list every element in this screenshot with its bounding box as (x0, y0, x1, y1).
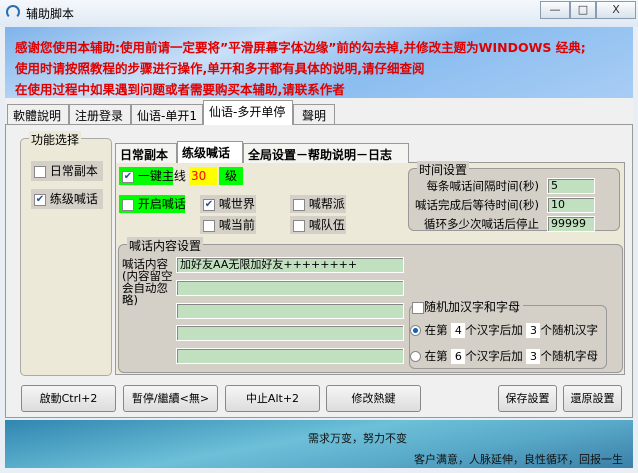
checkbox-icon (34, 165, 46, 178)
tab-register[interactable]: 注册登录 (69, 104, 131, 125)
restore-settings-button[interactable]: 還原設置 (563, 385, 622, 412)
function-group: 功能选择 日常副本 ✔ 练级喊话 (20, 131, 112, 376)
notice-line: 使用时请按照教程的步骤进行操作,单开和多开都有具体的说明,请仔细查阅 (15, 61, 425, 76)
daily-dungeon-checkbox[interactable]: 日常副本 (31, 161, 103, 181)
group-title: 时间设置 (417, 161, 470, 178)
tab-daily-dungeon[interactable]: 日常副本 (115, 143, 177, 163)
notice-line: 感谢您使用本辅助:使用前请一定要将”平滑屏幕字体边缘”前的勾去掉,并修改主题为W… (15, 40, 586, 55)
checkbox-label: 喊队伍 (308, 218, 345, 232)
radio-icon[interactable] (410, 351, 421, 362)
window-title: 辅助脚本 (26, 7, 75, 21)
time-settings-group: 时间设置 每条喊话间隔时间(秒) 5 喊话完成后等待时间(秒) 10 循环多少次… (408, 161, 620, 232)
tab-multi[interactable]: 仙语-多开单停 (203, 100, 293, 125)
radio-selected-icon[interactable] (410, 325, 421, 336)
tab-single[interactable]: 仙语-单开1 (131, 104, 203, 125)
check-icon: ✔ (34, 193, 46, 206)
tab-software-info[interactable]: 軟體說明 (7, 104, 69, 125)
count-input[interactable]: 3 (526, 323, 541, 338)
shout-content-input[interactable] (176, 325, 404, 341)
check-icon: ✔ (122, 170, 134, 183)
interval-input[interactable]: 5 (547, 178, 595, 194)
shout-team-checkbox[interactable]: 喊队伍 (290, 216, 346, 234)
position-input[interactable]: 6 (451, 349, 466, 364)
pause-button[interactable]: 暫停/繼續<無> (123, 385, 218, 412)
random-group: 随机加汉字和字母 在第 4 个汉字后加 3 个随机汉字 在第 6 个汉字后加 3 个随机… (409, 298, 607, 369)
loop-label: 循环多少次喊话后停止 (424, 217, 539, 231)
checkbox-icon (293, 219, 305, 232)
checkbox-label: 喊世界 (218, 197, 255, 211)
leveling-shout-checkbox[interactable]: ✔ 练级喊话 (31, 189, 103, 209)
slogan-line: 需求万变，努力不变 (308, 432, 407, 445)
check-icon: ✔ (203, 198, 215, 211)
checkbox-icon (412, 301, 424, 314)
group-title: 喊话内容设置 (127, 237, 204, 254)
position-input[interactable]: 4 (451, 323, 466, 338)
option-text: 在第 (424, 323, 448, 337)
count-input[interactable]: 3 (526, 349, 541, 364)
content-settings-group: 喊话内容设置 喊话内容(内容留空会自动忽略) 加好友AA无限加好友+++++++… (118, 237, 623, 373)
option-text: 个汉字后加 (465, 323, 523, 337)
checkbox-icon (203, 219, 215, 232)
shout-world-checkbox[interactable]: ✔ 喊世界 (200, 195, 256, 213)
hotkey-button[interactable]: 修改熱鍵 (326, 385, 421, 412)
random-checkbox[interactable]: 随机加汉字和字母 (412, 298, 524, 315)
close-button[interactable]: X (596, 1, 636, 19)
tab-statement[interactable]: 聲明 (293, 104, 335, 125)
slogan-line: 客户满意，人脉延伸，良性循环，回报一生 (414, 453, 623, 466)
shout-guild-checkbox[interactable]: 喊帮派 (290, 195, 346, 213)
checkbox-icon (293, 198, 305, 211)
shout-current-checkbox[interactable]: 喊当前 (200, 216, 256, 234)
shout-content-input[interactable]: 加好友AA无限加好友++++++++ (176, 257, 404, 273)
random-option-letters[interactable]: 在第 6 个汉字后加 3 个随机字母 (410, 348, 598, 364)
checkbox-label: 练级喊话 (49, 192, 98, 206)
inner-tabs: 日常副本 练级喊话 全局设置－帮助说明－日志 (115, 141, 625, 163)
random-option-chinese[interactable]: 在第 4 个汉字后加 3 个随机汉字 (410, 322, 598, 338)
shout-content-input[interactable] (176, 280, 404, 296)
level-input[interactable]: 30 (189, 167, 217, 185)
title-bar: 辅助脚本 — □ X (0, 0, 638, 27)
notice-line: 在使用过程中如果遇到问题或者需要购买本辅助,请联系作者 (15, 82, 345, 97)
footer-banner: 需求万变，努力不变 客户满意，人脉延伸，良性循环，回报一生 (5, 420, 633, 468)
minimize-button[interactable]: — (540, 1, 570, 19)
stop-button[interactable]: 中止Alt+2 (225, 385, 320, 412)
shout-content-input[interactable] (176, 348, 404, 364)
option-text: 个汉字后加 (465, 349, 523, 363)
tab-global-settings[interactable]: 全局设置－帮助说明－日志 (243, 143, 409, 163)
wait-label: 喊话完成后等待时间(秒) (415, 198, 539, 212)
option-text: 个随机字母 (540, 349, 598, 363)
group-title: 功能选择 (29, 131, 82, 148)
loop-input[interactable]: 99999 (547, 216, 595, 232)
interval-label: 每条喊话间隔时间(秒) (426, 179, 539, 193)
save-settings-button[interactable]: 保存設置 (498, 385, 557, 412)
level-unit: 级 (219, 167, 243, 185)
checkbox-label: 一键主线 (137, 169, 186, 183)
checkbox-label: 喊帮派 (308, 197, 345, 211)
content-label: 喊话内容(内容留空会自动忽略) (122, 257, 173, 307)
maximize-button[interactable]: □ (570, 1, 596, 19)
shout-content-input[interactable] (176, 303, 404, 319)
main-quest-checkbox[interactable]: ✔ 一键主线 (119, 167, 186, 185)
main-tabs: 軟體說明 注册登录 仙语-单开1 仙语-多开单停 聲明 (5, 98, 633, 125)
start-button[interactable]: 啟動Ctrl+2 (21, 385, 116, 412)
checkbox-icon (122, 198, 134, 211)
option-text: 个随机汉字 (540, 323, 598, 337)
enable-shout-checkbox[interactable]: 开启喊话 (119, 195, 186, 213)
checkbox-label: 日常副本 (49, 164, 98, 178)
leveling-panel: ✔ 一键主线 30 级 开启喊话 ✔ 喊世界 喊帮派 喊当前 喊队伍 时间设置 … (115, 161, 625, 375)
tab-leveling-shout[interactable]: 练级喊话 (177, 141, 243, 163)
option-text: 在第 (424, 349, 448, 363)
notice-banner: 感谢您使用本辅助:使用前请一定要将”平滑屏幕字体边缘”前的勾去掉,并修改主题为W… (5, 27, 633, 98)
wait-input[interactable]: 10 (547, 197, 595, 213)
checkbox-label: 开启喊话 (137, 197, 186, 211)
checkbox-label: 喊当前 (218, 218, 255, 232)
app-icon (6, 5, 20, 19)
checkbox-label: 随机加汉字和字母 (424, 300, 521, 314)
